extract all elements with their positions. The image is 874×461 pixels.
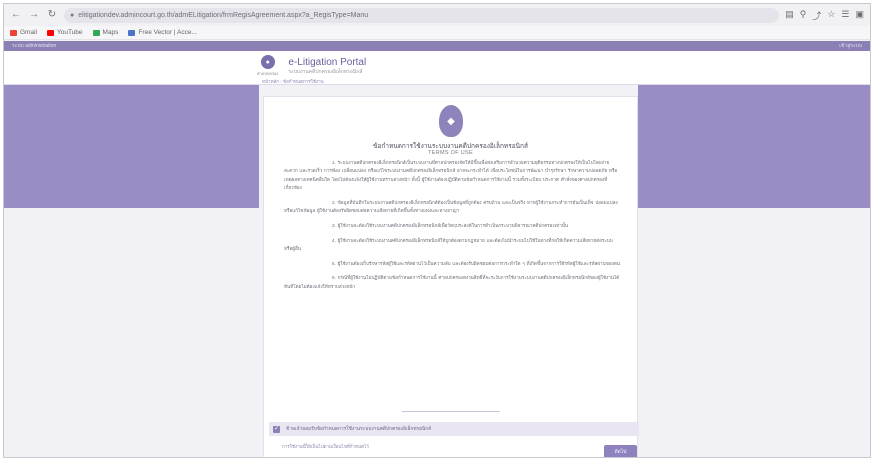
logo-caption: ศาลปกครอง — [257, 71, 279, 76]
terms-subheading: TERMS OF USE — [428, 150, 473, 156]
zoom-icon[interactable]: ⚲ — [800, 9, 807, 22]
browser-window: ← → ↻ ● elitigationdev.admincourt.go.th/… — [3, 3, 871, 458]
gmail-icon — [10, 29, 17, 36]
terms-paragraph: 5. ผู้ใช้งานต้องเก็บรักษารหัสผู้ใช้และรห… — [332, 260, 620, 266]
browser-toolbar: ← → ↻ ● elitigationdev.admincourt.go.th/… — [4, 4, 870, 26]
lock-icon: ● — [70, 11, 75, 19]
bookmark-label: Gmail — [20, 29, 37, 36]
agree-row[interactable]: ✓ ข้าพเจ้ายอมรับข้อกำหนดการใช้งานระบบงาน… — [269, 422, 639, 436]
reading-list-icon[interactable]: ☰ — [841, 9, 849, 22]
next-button[interactable]: ถัดไป — [604, 445, 637, 457]
divider — [402, 411, 500, 412]
bookmark-label: YouTube — [56, 29, 83, 36]
terms-paragraph: 2. ข้อมูลที่บันทึกในระบบงานคดีปกครองอิเล… — [284, 199, 618, 213]
terms-body: 1. ระบบงานคดีปกครองอิเล็กทรอนิกส์เป็นระบ… — [284, 159, 620, 298]
terms-paragraph: 1. ระบบงานคดีปกครองอิเล็กทรอนิกส์เป็นระบ… — [284, 160, 618, 190]
back-icon[interactable]: ← — [10, 9, 22, 21]
terms-card: ◆ ข้อกำหนดการใช้งานระบบงานคดีปกครองอิเล็… — [263, 96, 638, 457]
translate-icon[interactable]: ▤ — [785, 9, 794, 22]
bookmark-gmail[interactable]: Gmail — [10, 29, 37, 36]
bookmark-label: Maps — [102, 29, 119, 36]
toolbar-actions: ▤ ⚲ ⤴ ☆ ☰ ▣ — [785, 9, 864, 22]
freevector-icon — [128, 29, 136, 36]
brand[interactable]: ● ศาลปกครอง e-Litigation Portal ระบบงานค… — [257, 55, 366, 77]
bookmark-maps[interactable]: Maps — [92, 29, 119, 36]
bookmarks-bar: Gmail YouTube Maps Free Vector | Acce... — [4, 26, 870, 40]
terms-paragraph: 6. กรณีที่ผู้ใช้งานไม่ปฏิบัติตามข้อกำหนด… — [284, 275, 620, 289]
breadcrumb[interactable]: หน้าหลัก › ข้อกำหนดการใช้งาน — [262, 78, 324, 85]
forward-icon[interactable]: → — [28, 9, 40, 21]
court-logo: ● ศาลปกครอง — [257, 55, 278, 77]
bookmark-youtube[interactable]: YouTube — [46, 29, 83, 36]
address-bar[interactable]: ● elitigationdev.admincourt.go.th/admELi… — [64, 7, 780, 23]
agree-checkbox[interactable]: ✓ — [273, 425, 280, 433]
url-text: elitigationdev.admincourt.go.th/admELiti… — [78, 11, 369, 19]
portal-title: e-Litigation Portal — [288, 57, 367, 68]
app-top-strip: ระบบ administration เข้าสู่ระบบ — [4, 41, 870, 51]
decorative-band-right — [638, 85, 870, 208]
site-header: ● ศาลปกครอง e-Litigation Portal ระบบงานค… — [4, 51, 870, 85]
portal-heading: e-Litigation Portal ระบบงานคดีปกครองอิเล… — [288, 55, 366, 76]
login-link[interactable]: เข้าสู่ระบบ — [839, 42, 862, 50]
bookmark-freevector[interactable]: Free Vector | Acce... — [128, 29, 197, 36]
decorative-band-left — [4, 85, 259, 208]
bookmark-label: Free Vector | Acce... — [138, 29, 197, 36]
court-emblem-icon: ● — [260, 55, 275, 69]
youtube-icon — [46, 29, 54, 36]
agree-label[interactable]: ข้าพเจ้ายอมรับข้อกำหนดการใช้งานระบบงานคด… — [286, 425, 431, 433]
terms-paragraph: 4. ผู้ใช้งานจะต้องใช้ระบบงานคดีปกครองอิเ… — [284, 237, 613, 251]
terms-paragraph: 3. ผู้ใช้งานจะต้องใช้ระบบงานคดีปกครองอิเ… — [332, 222, 569, 228]
reload-icon[interactable]: ↻ — [46, 9, 58, 21]
strip-left-text: ระบบ administration — [12, 43, 57, 49]
portal-subtitle: ระบบงานคดีปกครองอิเล็กทรอนิกส์ — [288, 69, 363, 75]
court-emblem-icon: ◆ — [439, 105, 463, 137]
share-icon[interactable]: ⤴ — [812, 9, 821, 22]
star-icon[interactable]: ☆ — [827, 9, 835, 22]
footer-note: การใช้งานนี้ให้เป็นไปตามเงื่อนไขที่กำหนด… — [282, 444, 369, 449]
sidebar-icon[interactable]: ▣ — [855, 9, 864, 22]
maps-icon — [92, 29, 100, 36]
